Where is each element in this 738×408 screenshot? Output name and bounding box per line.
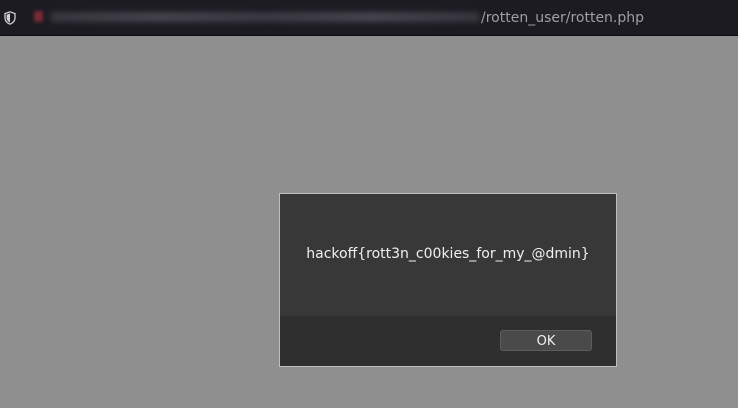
url-redacted	[50, 12, 480, 22]
connection-icon[interactable]	[34, 11, 43, 22]
url-path-text[interactable]: /rotten_user/rotten.php	[481, 9, 644, 27]
dialog-body: hackoff{rott3n_c00kies_for_my_@dmin}	[280, 194, 616, 316]
shield-icon[interactable]	[4, 10, 16, 25]
alert-dialog: hackoff{rott3n_c00kies_for_my_@dmin} OK	[279, 193, 617, 367]
url-bar[interactable]: /rotten_user/rotten.php	[0, 0, 738, 36]
ok-button[interactable]: OK	[500, 330, 592, 351]
dialog-message: hackoff{rott3n_c00kies_for_my_@dmin}	[306, 246, 590, 262]
dialog-footer: OK	[280, 316, 616, 366]
